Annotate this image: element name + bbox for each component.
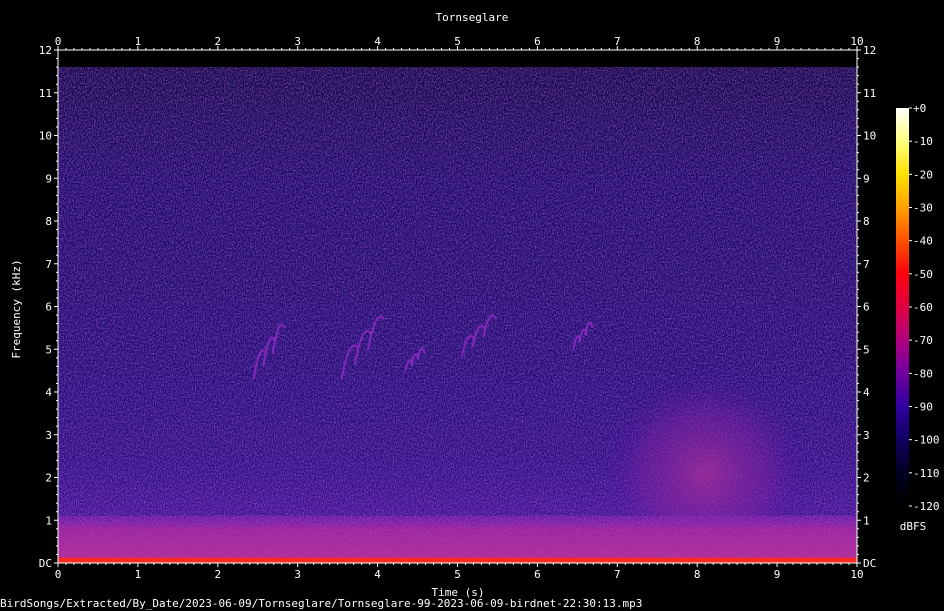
y-tick-label-right: 7 <box>863 258 870 271</box>
y-tick-label-left: 7 <box>45 258 52 271</box>
y-tick-label-left: 10 <box>39 130 52 143</box>
x-tick-label-bottom: 1 <box>135 568 142 581</box>
y-tick-label-right: 10 <box>863 130 876 143</box>
y-tick-label-left: 5 <box>45 343 52 356</box>
x-tick-label-top: 5 <box>454 35 461 48</box>
y-tick-label-right: 1 <box>863 514 870 527</box>
low-band-texture <box>58 515 857 563</box>
x-tick-label-bottom: 3 <box>294 568 301 581</box>
y-tick-label-right: 4 <box>863 386 870 399</box>
x-tick-label-bottom: 2 <box>214 568 221 581</box>
colorbar-tick-label: -10 <box>913 135 933 148</box>
y-tick-label-left: 8 <box>45 215 52 228</box>
spectrogram-svg: 001122334455667788991010DC DC1 12 23 34 45 56 6… <box>0 11 940 610</box>
y-tick-label-right: 12 <box>863 44 876 57</box>
x-tick-label-bottom: 8 <box>694 568 701 581</box>
x-tick-label-bottom: 5 <box>454 568 461 581</box>
chart-title: Tornseglare <box>436 11 509 24</box>
spectrogram-figure: 0 0 1 1 2 2 3 3 4 4 5 5 6 6 7 7 8 8 9 9 10 10 DC DC 1 1 2 2 3 3 4 4 5 5 6 6… <box>0 0 944 611</box>
x-tick-label-bottom: 9 <box>774 568 781 581</box>
y-tick-label-left: 12 <box>39 44 52 57</box>
y-tick-label-left: 2 <box>45 472 52 485</box>
x-tick-label-top: 10 <box>850 35 863 48</box>
y-tick-label-left: 1 <box>45 514 52 527</box>
y-tick-label-right: DC <box>863 557 876 570</box>
y-tick-label-left: 11 <box>39 87 52 100</box>
y-tick-label-left: 9 <box>45 172 52 185</box>
colorbar-tick-label: -110 <box>913 467 940 480</box>
colorbar-tick-label: -100 <box>913 434 940 447</box>
x-tick-label-top: 9 <box>774 35 781 48</box>
colorbar-tick-label: -80 <box>913 367 933 380</box>
x-tick-label-top: 6 <box>534 35 541 48</box>
x-tick-label-top: 0 <box>55 35 62 48</box>
y-tick-label-right: 3 <box>863 429 870 442</box>
y-tick-label-left: 4 <box>45 386 52 399</box>
x-tick-label-bottom: 7 <box>614 568 621 581</box>
x-tick-label-bottom: 10 <box>850 568 863 581</box>
colorbar-tick-label: -40 <box>913 235 933 248</box>
x-tick-label-top: 3 <box>294 35 301 48</box>
x-tick-label-top: 4 <box>374 35 381 48</box>
y-tick-label-right: 9 <box>863 172 870 185</box>
colorbar-gradient <box>896 108 909 506</box>
spectrogram-plot-area <box>58 50 857 563</box>
colorbar-tick-label: -60 <box>913 301 933 314</box>
x-tick-label-bottom: 4 <box>374 568 381 581</box>
y-tick-label-left: DC <box>39 557 52 570</box>
x-tick-label-bottom: 6 <box>534 568 541 581</box>
colorbar-tick-label: +0 <box>913 102 926 115</box>
colorbar-tick-label: -120 <box>913 500 940 513</box>
y-tick-label-right: 8 <box>863 215 870 228</box>
y-tick-label-left: 6 <box>45 301 52 314</box>
colorbar-tick-label: -30 <box>913 202 933 215</box>
colorbar-label: dBFS <box>900 520 927 533</box>
x-tick-label-bottom: 0 <box>55 568 62 581</box>
colorbar-tick-label: -90 <box>913 401 933 414</box>
colorbar: +0 -10 -20 -30 -40 -50 -60 -70 -80 -90 -100 -110 -12… <box>896 102 940 513</box>
x-tick-label-top: 1 <box>135 35 142 48</box>
x-tick-label-top: 8 <box>694 35 701 48</box>
x-tick-label-top: 7 <box>614 35 621 48</box>
y-tick-label-right: 6 <box>863 301 870 314</box>
footer-filename: BirdSongs/Extracted/By_Date/2023-06-09/T… <box>0 597 642 610</box>
colorbar-tick-label: -70 <box>913 334 933 347</box>
y-tick-label-right: 2 <box>863 472 870 485</box>
x-tick-label-top: 2 <box>214 35 221 48</box>
colorbar-tick-label: -50 <box>913 268 933 281</box>
y-tick-label-right: 11 <box>863 87 876 100</box>
colorbar-tick-label: -20 <box>913 168 933 181</box>
y-tick-label-left: 3 <box>45 429 52 442</box>
y-tick-label-right: 5 <box>863 343 870 356</box>
dc-line <box>58 557 857 563</box>
y-axis-label: Frequency (kHz) <box>10 259 23 358</box>
